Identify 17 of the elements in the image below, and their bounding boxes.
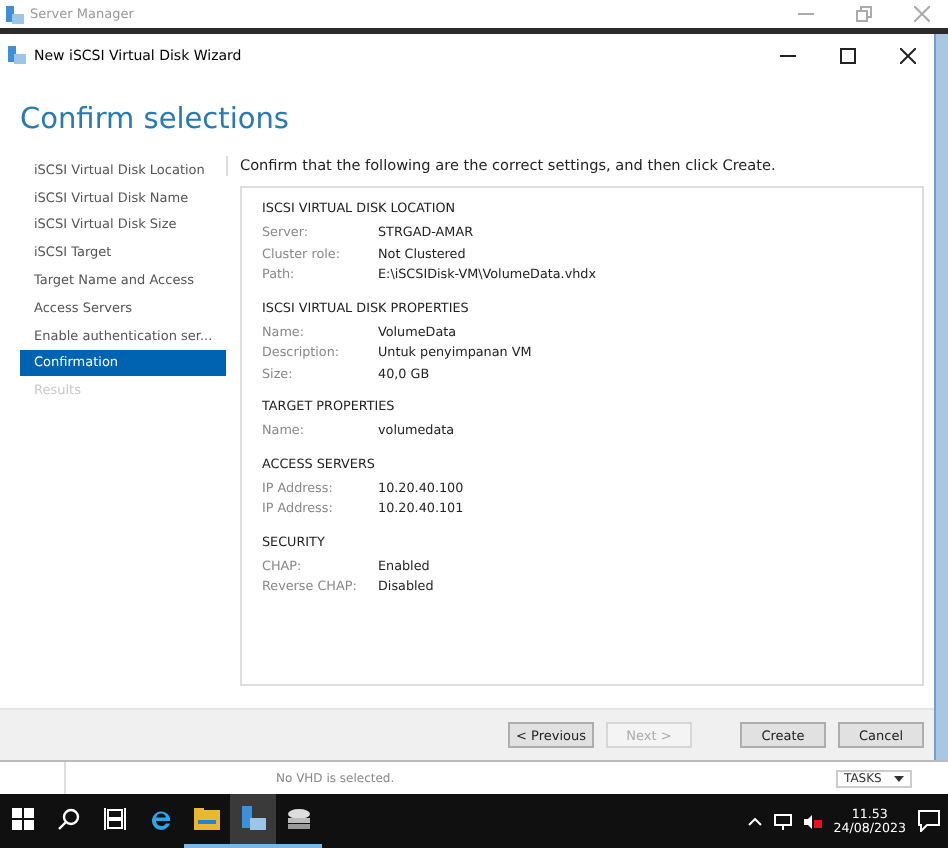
notification-icon[interactable] <box>918 810 940 832</box>
app-icon <box>6 5 24 23</box>
browser-e-icon[interactable] <box>148 806 174 832</box>
task-view-icon[interactable] <box>104 808 126 830</box>
maximize-icon[interactable] <box>840 47 856 63</box>
search-icon[interactable] <box>58 808 80 830</box>
windows-logo-icon[interactable] <box>12 808 34 830</box>
chevron-up-icon[interactable] <box>747 817 762 825</box>
folder-icon[interactable] <box>194 808 220 830</box>
close-icon[interactable] <box>900 47 916 63</box>
network-icon[interactable] <box>773 813 792 829</box>
page-heading: Confirm selections <box>18 102 291 140</box>
app-icon <box>8 46 26 64</box>
disk-stack-icon[interactable] <box>286 808 312 830</box>
server-manager-icon[interactable] <box>240 806 266 832</box>
speaker-muted-icon[interactable] <box>803 813 822 829</box>
caret-icon[interactable] <box>894 775 904 781</box>
